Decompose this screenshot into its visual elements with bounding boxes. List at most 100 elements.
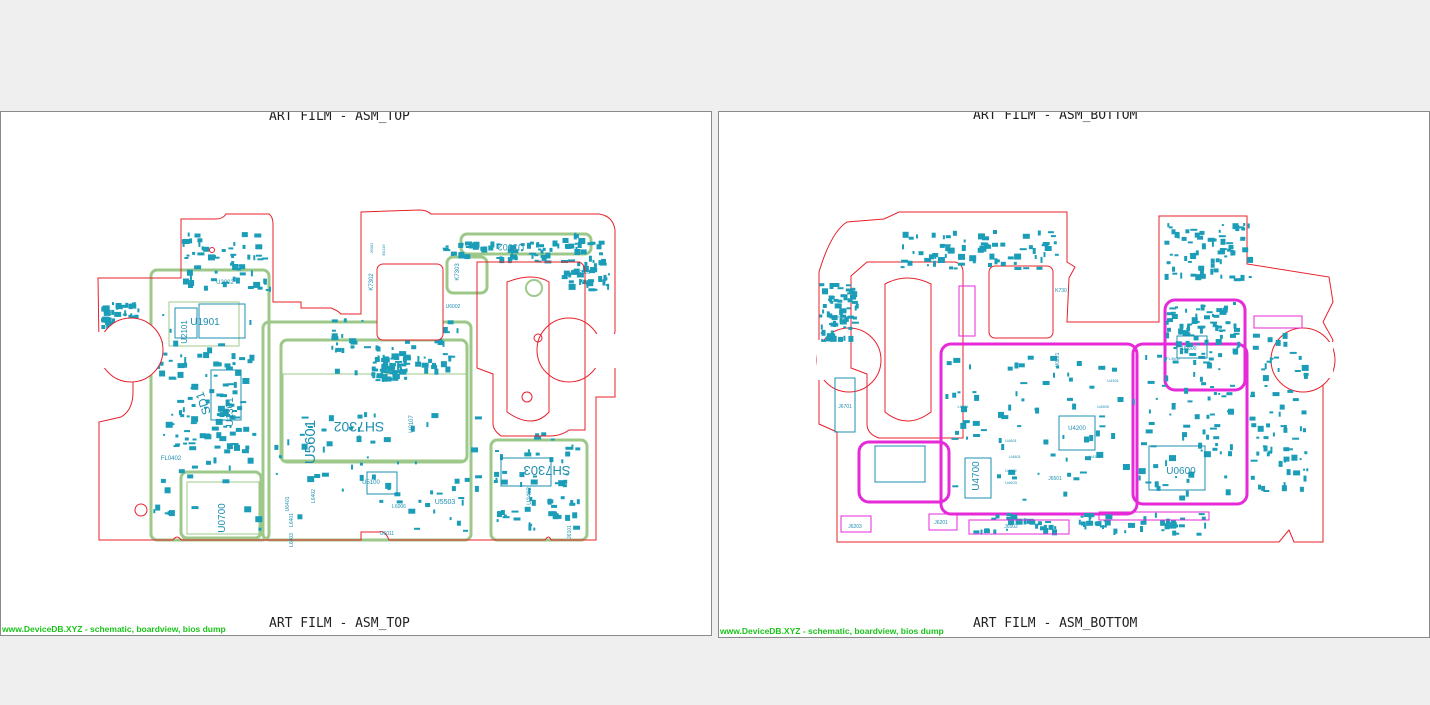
top-smd-pad bbox=[590, 267, 596, 274]
bottom-smd-pad bbox=[1277, 368, 1280, 372]
bottom-smd-pad bbox=[1172, 266, 1175, 272]
bottom-smd-pad bbox=[1252, 333, 1260, 338]
top-smd-pad bbox=[232, 362, 236, 366]
bottom-smd-pad bbox=[945, 394, 949, 399]
top-smd-pad bbox=[184, 437, 189, 441]
bottom-smd-pad bbox=[1264, 385, 1268, 387]
bottom-smd-pad bbox=[1306, 468, 1309, 472]
bottom-smd-pad bbox=[1161, 529, 1165, 532]
bottom-smd-pad bbox=[1190, 228, 1198, 231]
bottom-smd-pad bbox=[1225, 489, 1231, 496]
top-smd-pad bbox=[180, 354, 183, 358]
bottom-smd-pad bbox=[1187, 241, 1193, 244]
bottom-smd-pad bbox=[1198, 513, 1205, 516]
top-smd-pad bbox=[194, 233, 201, 238]
top-smd-pad bbox=[488, 245, 494, 251]
bottom-smd-pad bbox=[1199, 376, 1203, 382]
top-smd-pad bbox=[278, 455, 282, 459]
bottom-smd-pad bbox=[1045, 521, 1052, 523]
bottom-smd-pad bbox=[1218, 392, 1221, 395]
bottom-smd-pad bbox=[1169, 455, 1176, 462]
bottom-smd-pad bbox=[900, 266, 905, 269]
top-smd-pad bbox=[101, 317, 106, 323]
bottom-smd-pad bbox=[955, 430, 959, 435]
top-smd-pad bbox=[198, 241, 201, 247]
top-smd-pad bbox=[549, 247, 553, 252]
bottom-smd-pad bbox=[1023, 518, 1027, 525]
top-smd-pad bbox=[440, 361, 447, 368]
top-smd-pad bbox=[577, 263, 581, 267]
top-smd-pad bbox=[184, 430, 191, 433]
bottom-smd-pad bbox=[1209, 427, 1217, 430]
bottom-smd-pad bbox=[1043, 252, 1046, 258]
top-smd-pad bbox=[436, 492, 443, 495]
bottom-smd-pad bbox=[1191, 317, 1198, 323]
bottom-smd-pad bbox=[1280, 425, 1286, 428]
bottom-refdes-label: J6501 bbox=[1048, 476, 1062, 482]
bottom-smd-pad bbox=[957, 262, 965, 266]
bottom-smd-pad bbox=[1199, 327, 1203, 334]
bottom-smd-pad bbox=[1050, 235, 1056, 238]
bottom-smd-pad bbox=[1042, 381, 1050, 385]
bottom-smd-pad bbox=[1145, 355, 1148, 360]
top-smd-pad bbox=[228, 247, 234, 250]
top-smd-pad bbox=[336, 342, 338, 346]
top-smd-pad bbox=[433, 509, 436, 514]
bottom-smd-pad bbox=[1230, 333, 1236, 338]
bottom-smd-pad bbox=[1291, 454, 1298, 461]
top-smd-pad bbox=[592, 259, 595, 263]
top-smd-pad bbox=[456, 520, 461, 526]
bottom-smd-pad bbox=[1215, 339, 1222, 345]
bottom-smd-pad bbox=[1214, 424, 1221, 428]
bottom-smd-pad bbox=[1252, 345, 1259, 350]
bottom-smd-pad bbox=[1230, 384, 1235, 387]
top-refdes-label: U6401 bbox=[285, 496, 291, 511]
top-smd-pad bbox=[184, 362, 188, 368]
top-smd-pad bbox=[180, 414, 185, 418]
top-smd-pad bbox=[331, 319, 338, 323]
bottom-smd-pad bbox=[977, 247, 984, 253]
bottom-smd-pad bbox=[833, 283, 840, 287]
bottom-smd-pad bbox=[1095, 430, 1100, 437]
bottom-smd-pad bbox=[1013, 261, 1017, 265]
top-smd-pad bbox=[400, 369, 407, 375]
bottom-smd-pad bbox=[1266, 423, 1271, 428]
bottom-smd-pad bbox=[984, 528, 990, 532]
bottom-smd-pad bbox=[1185, 308, 1188, 313]
bottom-smd-pad bbox=[973, 530, 980, 534]
bottom-smd-pad bbox=[1195, 250, 1199, 256]
bottom-smd-pad bbox=[1012, 476, 1017, 480]
bottom-smd-pad bbox=[947, 247, 955, 254]
bottom-smd-pad bbox=[1201, 352, 1206, 355]
bottom-smd-pad bbox=[1078, 519, 1081, 525]
top-smd-pad bbox=[375, 379, 381, 382]
bottom-smd-pad bbox=[830, 300, 834, 304]
bottom-smd-pad bbox=[1219, 334, 1223, 339]
top-smd-pad bbox=[155, 504, 161, 511]
bottom-refdes-label: U4603 bbox=[1005, 480, 1018, 485]
top-smd-pad bbox=[183, 442, 188, 445]
bottom-smd-pad bbox=[1194, 414, 1200, 420]
bottom-smd-pad bbox=[1196, 532, 1202, 536]
top-smd-pad bbox=[189, 446, 197, 451]
top-smd-pad bbox=[236, 267, 242, 271]
top-smd-pad bbox=[475, 475, 483, 479]
bottom-smd-pad bbox=[1256, 451, 1260, 456]
top-smd-pad bbox=[341, 488, 344, 492]
top-smd-pad bbox=[209, 389, 215, 394]
bottom-smd-pad bbox=[1222, 307, 1228, 313]
bottom-smd-pad bbox=[1250, 475, 1255, 480]
bottom-smd-pad bbox=[1174, 532, 1180, 535]
bottom-smd-pad bbox=[1208, 357, 1214, 361]
bottom-smd-pad bbox=[1185, 490, 1189, 497]
bottom-smd-pad bbox=[822, 304, 827, 308]
bottom-smd-pad bbox=[1228, 408, 1234, 415]
top-smd-pad bbox=[191, 416, 199, 423]
top-smd-pad bbox=[393, 354, 398, 358]
bottom-smd-pad bbox=[902, 231, 909, 238]
top-smd-pad bbox=[216, 413, 220, 417]
top-smd-pad bbox=[421, 362, 429, 368]
bottom-smd-pad bbox=[1040, 256, 1043, 263]
bottom-component-layer bbox=[819, 223, 1309, 536]
bottom-smd-pad bbox=[1282, 332, 1288, 339]
